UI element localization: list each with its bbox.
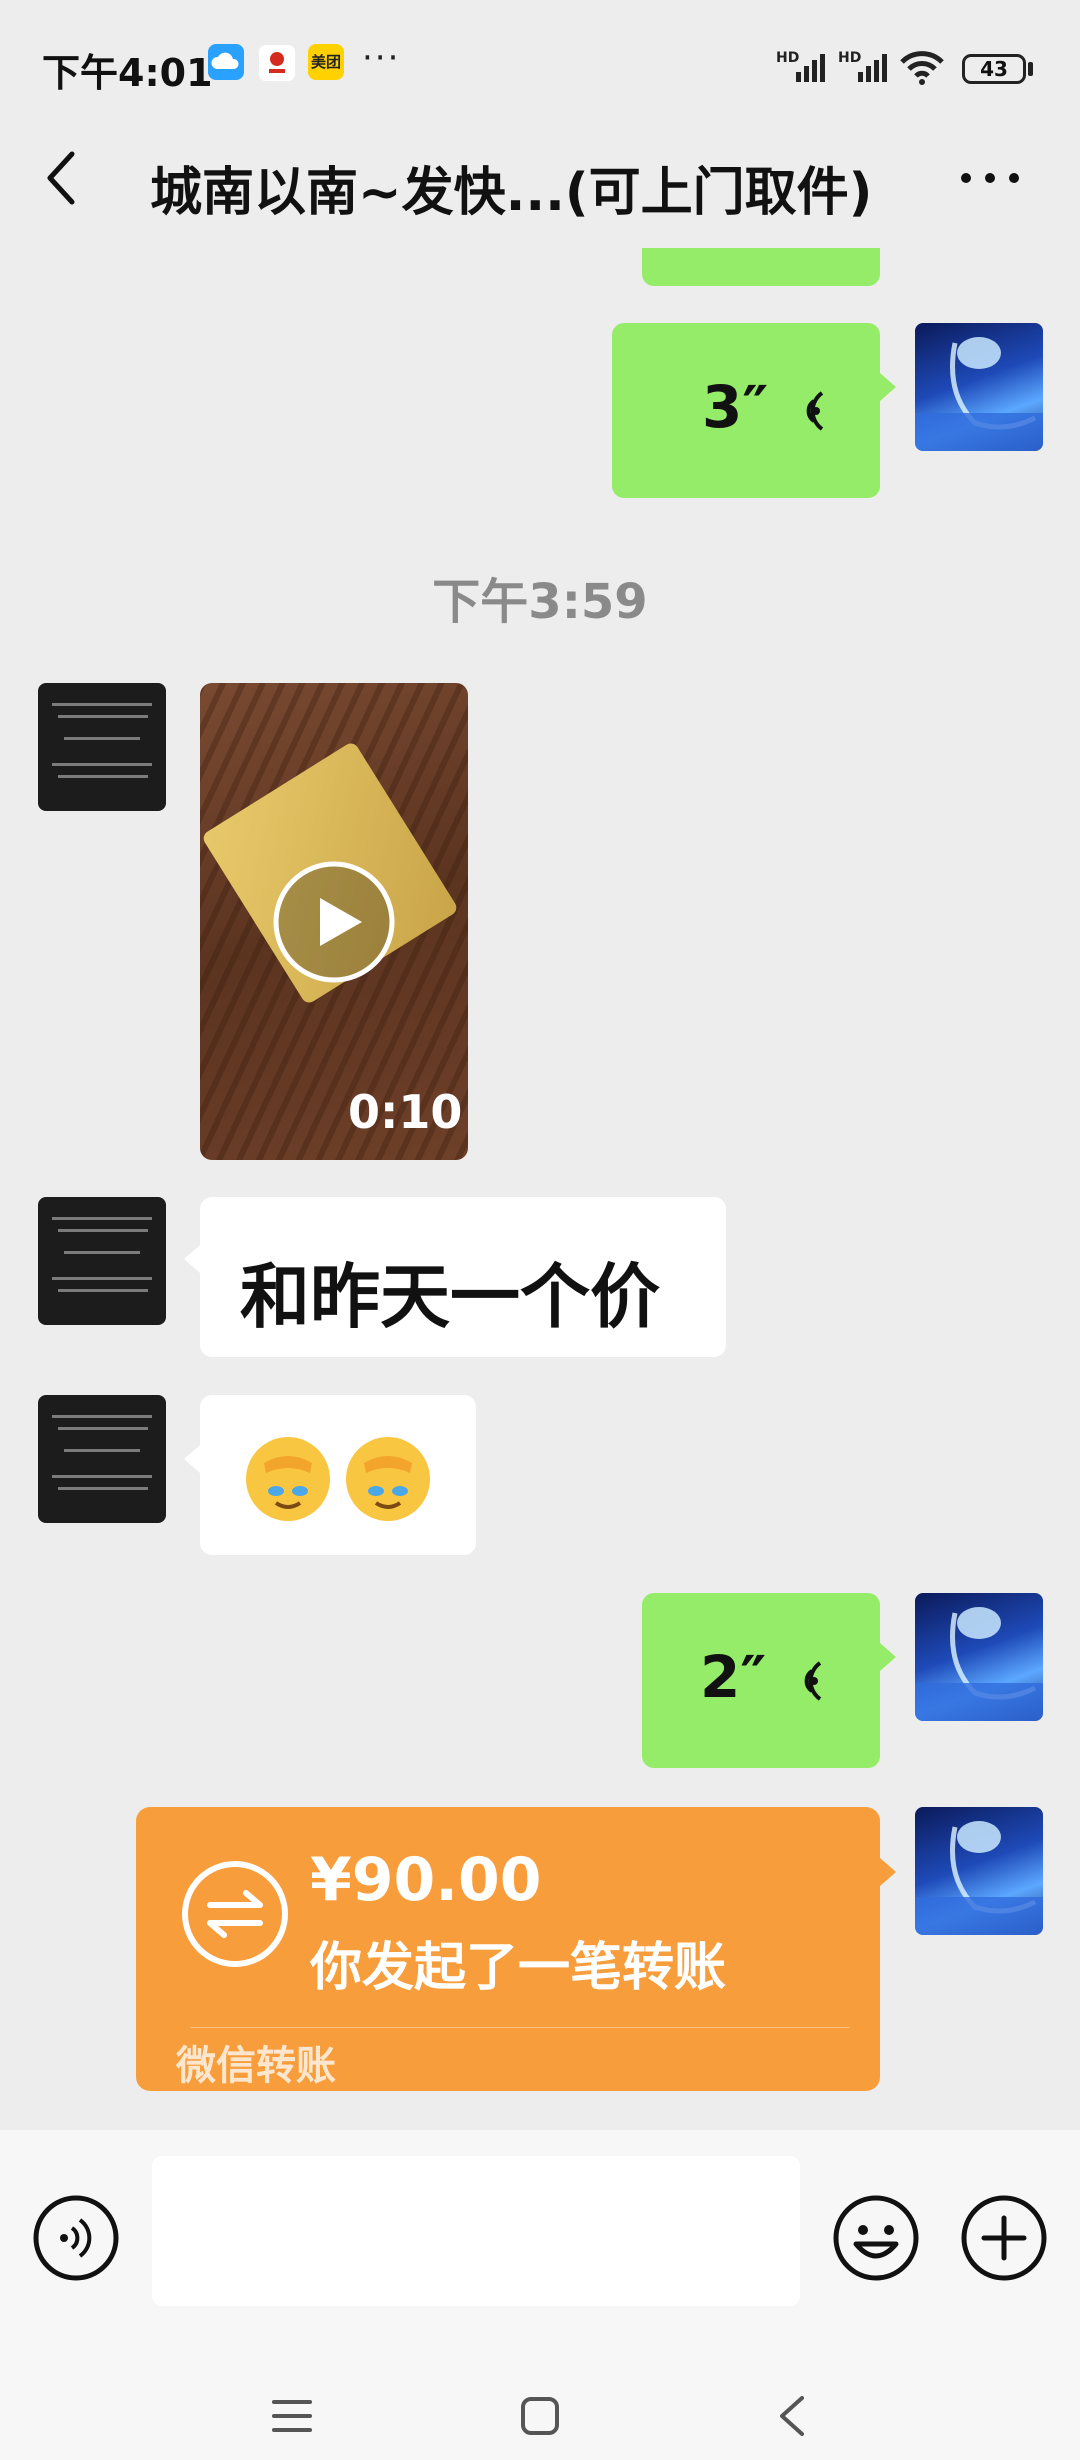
- contact-avatar[interactable]: [38, 1197, 166, 1325]
- message-text: 和昨天一个价: [240, 1256, 660, 1338]
- status-bar: 下午4:01 美团 ··· HD HD 43: [0, 0, 1080, 130]
- transfer-description: 你发起了一笔转账: [310, 1938, 727, 1998]
- emoji-message-bubble[interactable]: 🤦🤦: [200, 1395, 476, 1555]
- message-input[interactable]: [152, 2156, 800, 2306]
- facepalm-emoji-icon: [346, 1437, 430, 1521]
- voice-wave-icon: [804, 1661, 822, 1701]
- news-icon: [258, 44, 296, 82]
- voice-message-bubble[interactable]: 3″: [612, 323, 880, 498]
- text-message-bubble[interactable]: 和昨天一个价: [200, 1197, 726, 1357]
- home-icon[interactable]: [518, 2394, 562, 2438]
- voice-input-icon[interactable]: [32, 2194, 120, 2282]
- transfer-amount: ¥90.00: [310, 1845, 542, 1915]
- voice-message-bubble[interactable]: 2″: [642, 1593, 880, 1768]
- cloud-icon: [208, 44, 244, 80]
- more-options-icon[interactable]: [958, 168, 1022, 188]
- add-more-icon[interactable]: [960, 2194, 1048, 2282]
- menu-icon[interactable]: [270, 2396, 314, 2436]
- battery-tip: [1028, 62, 1033, 76]
- battery-icon: 43: [962, 54, 1026, 84]
- chat-title: 城南以南~发快...(可上门取件): [150, 163, 873, 223]
- time-separator: 下午3:59: [432, 574, 648, 630]
- wifi-icon: [900, 51, 944, 85]
- emoji-picker-icon[interactable]: [832, 2194, 920, 2282]
- transfer-card[interactable]: ¥90.00 你发起了一笔转账 微信转账: [136, 1807, 880, 2091]
- facepalm-emoji-icon: [246, 1437, 330, 1521]
- partial-message-bubble[interactable]: [642, 248, 880, 286]
- video-message[interactable]: 0:10: [200, 683, 468, 1160]
- play-icon[interactable]: [270, 858, 398, 986]
- system-nav-bar: [0, 2330, 1080, 2460]
- bubble-tail: [184, 1445, 200, 1473]
- input-bar: [0, 2130, 1080, 2330]
- transfer-footer: 微信转账: [176, 2043, 336, 2089]
- bubble-tail: [880, 373, 896, 401]
- voice-duration: 3″: [702, 373, 769, 441]
- my-avatar[interactable]: [915, 323, 1043, 451]
- voice-duration: 2″: [700, 1643, 767, 1711]
- my-avatar[interactable]: [915, 1593, 1043, 1721]
- status-more-icon: ···: [362, 38, 401, 78]
- bubble-tail: [880, 1643, 896, 1671]
- contact-avatar[interactable]: [38, 1395, 166, 1523]
- bubble-tail: [184, 1245, 200, 1273]
- meituan-icon: 美团: [308, 44, 344, 80]
- my-avatar[interactable]: [915, 1807, 1043, 1935]
- video-duration: 0:10: [348, 1085, 463, 1139]
- signal-icon-1: [796, 54, 825, 82]
- transfer-divider: [190, 2027, 850, 2028]
- back-icon[interactable]: [42, 150, 82, 206]
- bubble-tail: [880, 1858, 896, 1886]
- back-nav-icon[interactable]: [774, 2394, 810, 2438]
- signal-icon-2: [858, 54, 887, 82]
- status-time: 下午4:01: [42, 51, 213, 95]
- transfer-icon: [182, 1861, 288, 1967]
- voice-wave-icon: [806, 391, 824, 431]
- contact-avatar[interactable]: [38, 683, 166, 811]
